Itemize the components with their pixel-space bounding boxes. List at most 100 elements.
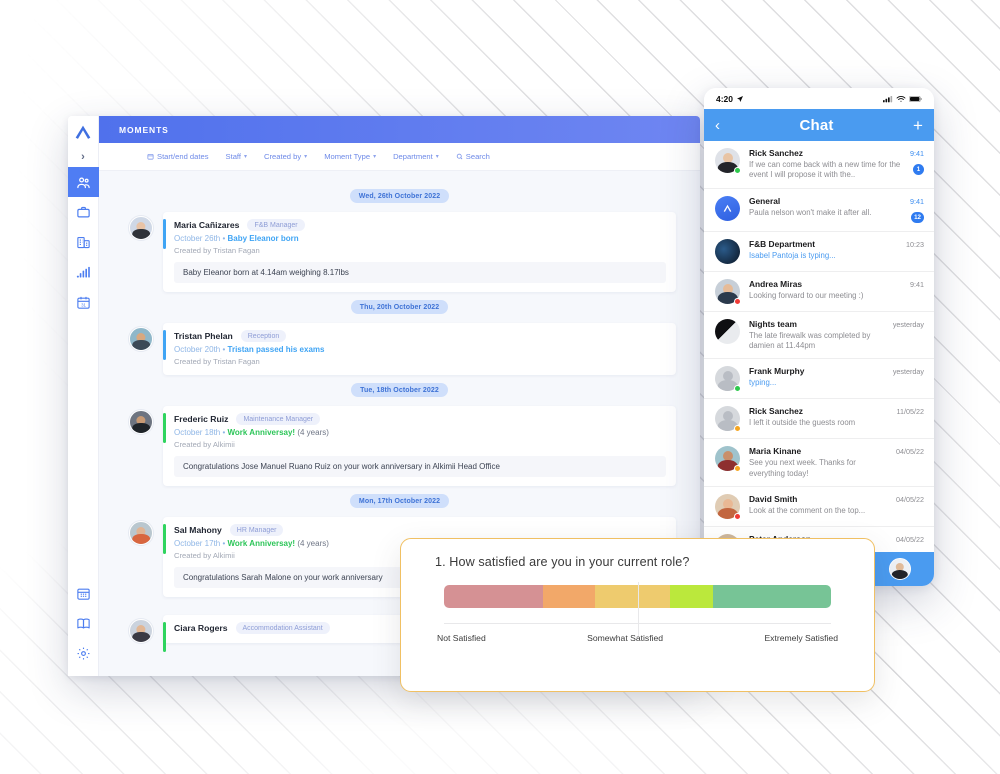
chat-preview: typing... (749, 378, 777, 388)
filter-start-end-dates[interactable]: Start/end dates (147, 152, 209, 161)
chat-preview: Looking forward to our meeting :) (749, 290, 864, 300)
scale-center-divider (637, 582, 639, 636)
chat-list-item[interactable]: General Paula nelson won't make it after… (704, 189, 934, 232)
scale-segment-4[interactable] (639, 585, 671, 608)
chat-preview: The late firewalk was completed by damie… (749, 330, 871, 350)
sidebar-expand-button[interactable]: › (68, 147, 98, 167)
sidebar-item-handbook[interactable] (68, 608, 99, 638)
avatar (129, 619, 153, 643)
chat-list-item[interactable]: David Smith Look at the comment on the t… (704, 487, 934, 527)
avatar (129, 327, 153, 351)
moment-item[interactable]: Frederic Ruiz Maintenance Manager Octobe… (99, 406, 700, 486)
scale-segment-2[interactable] (542, 585, 595, 608)
scale-segment-1[interactable] (444, 585, 543, 608)
chat-list-item[interactable]: Rick Sanchez I left it outside the guest… (704, 399, 934, 440)
moment-subline: October 26th • Baby Eleanor born (174, 234, 299, 243)
unread-badge: 1 (913, 164, 924, 176)
sidebar-item-rota[interactable] (68, 578, 99, 608)
scale-segment-5[interactable] (670, 585, 713, 608)
moment-role-tag: Maintenance Manager (236, 413, 321, 425)
chat-time: 9:41 (910, 279, 924, 289)
moment-date: October 18th (174, 428, 221, 437)
chat-preview: I left it outside the guests room (749, 418, 856, 428)
avatar (715, 493, 741, 520)
chat-list-item[interactable]: Rick Sanchez If we can come back with a … (704, 141, 934, 189)
moment-card: Maria Cañizares F&B Manager October 26th… (163, 212, 676, 292)
chat-list-item[interactable]: Maria Kinane See you next week. Thanks f… (704, 439, 934, 487)
moment-date: October 17th (174, 539, 221, 548)
app-titlebar: MOMENTS (99, 116, 700, 143)
chat-preview: See you next week. Thanks for everything… (749, 458, 856, 478)
sidebar-item-analytics[interactable] (68, 257, 99, 287)
chat-name: Frank Murphy (749, 366, 805, 377)
avatar (715, 278, 741, 305)
moment-role-tag: HR Manager (229, 524, 284, 536)
moment-date: October 20th (174, 345, 221, 354)
chat-preview: Paula nelson won't make it after all. (749, 207, 872, 217)
sidebar-item-people[interactable] (68, 167, 99, 197)
filter-search[interactable]: Search (456, 152, 490, 161)
sidebar-item-building[interactable] (68, 227, 99, 257)
moment-created-by: Created by Tristan Fagan (174, 357, 260, 366)
chat-name: General (749, 195, 781, 206)
chat-preview: Look at the comment on the top... (749, 505, 866, 515)
sidebar-rail: › 31 (68, 116, 99, 676)
svg-text:31: 31 (81, 302, 86, 307)
filter-moment-type[interactable]: Moment Type ▾ (324, 152, 376, 161)
moment-person-name: Sal Mahony (174, 525, 222, 535)
moment-event: Baby Eleanor born (227, 234, 299, 243)
profile-avatar[interactable] (889, 558, 911, 581)
chat-preview: If we can come back with a new time for … (749, 160, 901, 180)
sidebar-item-calendar[interactable]: 31 (68, 287, 99, 317)
moment-role-tag: Reception (240, 330, 287, 342)
plus-icon[interactable]: + (913, 117, 923, 134)
chat-time: 9:41 (910, 196, 924, 206)
survey-popup: 1. How satisfied are you in your current… (400, 538, 875, 692)
moment-item[interactable]: Tristan Phelan Reception October 20th • … (99, 323, 700, 375)
scale-segment-6[interactable] (712, 585, 831, 608)
satisfaction-scale[interactable] (435, 582, 840, 636)
chat-time: 11/05/22 (896, 407, 924, 417)
presence-dot (734, 512, 741, 520)
alkimii-logo-icon (723, 204, 732, 212)
moment-person-name: Tristan Phelan (174, 331, 233, 341)
date-chip: Tue, 18th October 2022 (351, 383, 448, 397)
chat-name: David Smith (749, 493, 798, 504)
presence-dot (734, 167, 741, 175)
sidebar-item-settings[interactable] (68, 638, 99, 668)
chat-list-item[interactable]: F&B Department Isabel Pantoja is typing.… (704, 232, 934, 272)
filter-department[interactable]: Department ▾ (393, 152, 439, 161)
scale-segment-3[interactable] (594, 585, 640, 608)
avatar (129, 521, 153, 545)
filter-label: Moment Type (324, 152, 371, 161)
wifi-icon (896, 95, 906, 102)
chevron-down-icon: ▾ (244, 154, 248, 160)
chevron-left-icon[interactable]: ‹ (715, 118, 720, 133)
chat-time: 04/05/22 (896, 447, 924, 457)
chevron-down-icon: ▾ (435, 154, 439, 160)
chat-list-item[interactable]: Nights team The late firewalk was comple… (704, 312, 934, 360)
moment-event: Tristan passed his exams (227, 345, 325, 354)
moment-created-by: Created by Tristan Fagan (174, 246, 260, 255)
moment-subline: October 20th • Tristan passed his exams (174, 345, 325, 354)
moment-subline: October 18th • Work Anniversay! (4 years… (174, 428, 329, 437)
chat-name: Rick Sanchez (749, 148, 803, 159)
status-time: 4:20 (716, 93, 734, 104)
chat-list-item[interactable]: Frank Murphy typing... yesterday (704, 359, 934, 400)
filter-created-by[interactable]: Created by ▾ (264, 152, 307, 161)
filter-label: Created by (264, 152, 302, 161)
filter-label: Staff (225, 152, 241, 161)
mobile-phone-mockup: 4:20 ‹ Chat + Rick Sanchez If we can com… (704, 88, 934, 586)
moment-item[interactable]: Maria Cañizares F&B Manager October 26th… (99, 212, 700, 292)
moment-person-name: Ciara Rogers (174, 623, 228, 633)
avatar (715, 446, 741, 473)
moment-person-name: Maria Cañizares (174, 220, 240, 230)
moment-body: Baby Eleanor born at 4.14am weighing 8.1… (174, 262, 666, 283)
alkimii-logo-icon (72, 122, 94, 144)
sidebar-item-briefcase[interactable] (68, 197, 99, 227)
presence-dot (734, 297, 741, 305)
filter-staff[interactable]: Staff ▾ (226, 152, 248, 161)
chat-list[interactable]: Rick Sanchez If we can come back with a … (704, 141, 934, 553)
phone-status-bar: 4:20 (704, 88, 934, 110)
chat-list-item[interactable]: Andrea Miras Looking forward to our meet… (704, 272, 934, 312)
